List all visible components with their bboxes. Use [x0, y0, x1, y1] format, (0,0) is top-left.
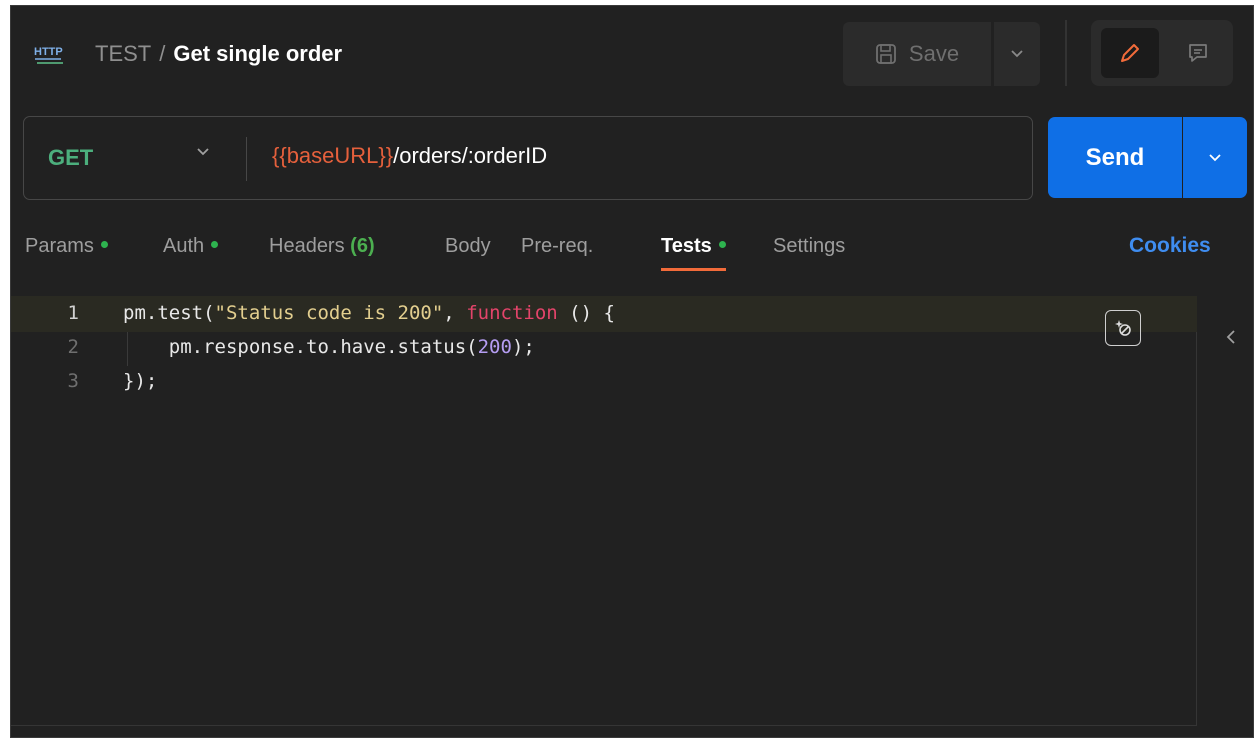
- tab-headers[interactable]: Headers (6): [269, 231, 375, 271]
- tab-label: Body: [445, 235, 491, 257]
- code-number: 200: [477, 336, 512, 358]
- chevron-down-icon: [1011, 50, 1023, 58]
- comment-icon: [1189, 44, 1207, 62]
- tab-body[interactable]: Body: [445, 231, 491, 271]
- request-header: HTTP TEST / Get single order Save: [11, 6, 1253, 101]
- line-number: 2: [67, 336, 79, 358]
- line-number-gutter: 1 2 3: [11, 296, 109, 398]
- save-button[interactable]: Save: [843, 22, 991, 86]
- code-line: pm.test("Status code is 200", function (…: [123, 296, 615, 330]
- code-token: );: [511, 336, 535, 358]
- comments-button[interactable]: [1169, 28, 1227, 78]
- code-line: });: [123, 370, 158, 392]
- ai-assist-button[interactable]: [1105, 310, 1141, 346]
- tab-label: Pre-req.: [521, 235, 594, 257]
- save-label: Save: [908, 41, 960, 66]
- url-input[interactable]: {{baseURL}}/orders/:orderID: [272, 143, 547, 169]
- url-divider: [246, 137, 247, 181]
- tab-label: Settings: [773, 235, 846, 257]
- url-bar: GET {{baseURL}}/orders/:orderID: [23, 116, 1033, 200]
- code-content[interactable]: pm.test("Status code is 200", function (…: [123, 296, 615, 398]
- request-name[interactable]: Get single order: [173, 41, 342, 66]
- ai-assist-icon: [1115, 320, 1131, 336]
- headers-count: (6): [350, 235, 375, 257]
- view-mode-toggle: [1091, 20, 1233, 86]
- header-divider: [1065, 20, 1067, 86]
- code-line: pm.response.to.have.status(200);: [123, 330, 615, 364]
- breadcrumb-separator: /: [159, 41, 166, 66]
- send-button[interactable]: Send: [1048, 117, 1182, 198]
- edit-mode-button[interactable]: [1101, 28, 1159, 78]
- cookies-link[interactable]: Cookies: [1129, 231, 1211, 261]
- tab-label: Tests: [661, 235, 712, 257]
- tab-auth[interactable]: Auth: [163, 231, 219, 271]
- line-number: 3: [67, 370, 79, 392]
- request-editor-panel: HTTP TEST / Get single order Save GET {{…: [10, 5, 1254, 738]
- svg-text:HTTP: HTTP: [34, 46, 63, 58]
- send-options-button[interactable]: [1183, 117, 1247, 198]
- code-token: () {: [557, 302, 615, 324]
- chevron-down-icon[interactable]: [196, 147, 210, 157]
- tab-label: Headers: [269, 235, 345, 257]
- pencil-icon: [1121, 44, 1139, 62]
- status-dot: [100, 241, 108, 249]
- code-string: "Status code is 200": [214, 302, 444, 324]
- tab-pre-request[interactable]: Pre-req.: [521, 231, 593, 271]
- chevron-left-icon[interactable]: [1225, 328, 1237, 346]
- url-variable: {{baseURL}}: [272, 143, 394, 168]
- code-editor[interactable]: 1 2 3 pm.test("Status code is 200", func…: [11, 296, 1197, 726]
- tab-label: Auth: [163, 235, 205, 257]
- tab-settings[interactable]: Settings: [773, 231, 845, 271]
- status-dot: [211, 241, 219, 249]
- line-number: 1: [67, 302, 79, 324]
- http-method-select[interactable]: GET: [48, 145, 93, 171]
- chevron-down-icon: [1209, 153, 1221, 161]
- tab-params[interactable]: Params: [25, 231, 108, 271]
- tab-tests[interactable]: Tests: [661, 231, 726, 271]
- tab-label: Params: [25, 235, 94, 257]
- url-path: /orders/:orderID: [393, 143, 548, 168]
- breadcrumb: TEST / Get single order: [95, 39, 342, 69]
- code-token: ,: [443, 302, 467, 324]
- breadcrumb-collection[interactable]: TEST: [95, 41, 151, 66]
- code-token: pm.response.to.have.status(: [123, 336, 478, 358]
- code-token: pm.test(: [123, 302, 215, 324]
- status-dot: [718, 241, 726, 249]
- save-icon: [876, 44, 896, 64]
- code-keyword: function: [466, 302, 558, 324]
- http-icon: HTTP: [34, 46, 63, 64]
- save-options-button[interactable]: [994, 22, 1040, 86]
